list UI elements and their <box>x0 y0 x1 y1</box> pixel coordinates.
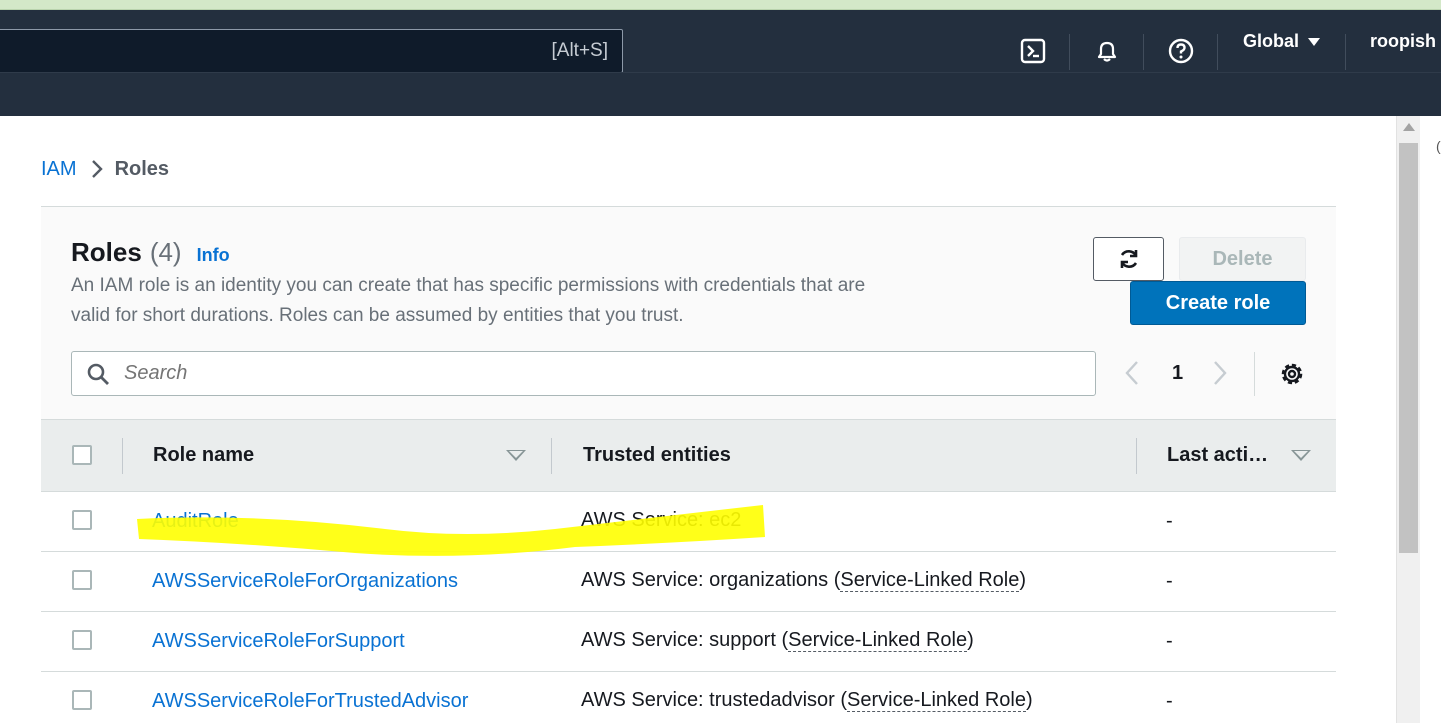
right-edge: ( <box>1420 116 1441 723</box>
row-checkbox[interactable] <box>72 690 92 710</box>
delete-button[interactable]: Delete <box>1179 237 1306 281</box>
trusted-entity-text: AWS Service: trustedadvisor ( <box>581 689 848 711</box>
create-role-button[interactable]: Create role <box>1130 281 1306 325</box>
aws-top-navigation: [Alt+S] Global roopish <box>0 10 1441 73</box>
roles-table-container: Roles (4) Info An IAM role is an identit… <box>41 206 1336 723</box>
last-activity: - <box>1166 690 1173 712</box>
search-shortcut-hint: [Alt+S] <box>551 40 609 61</box>
table-header: Role name Trusted entities Last acti… <box>41 419 1336 492</box>
help-icon[interactable] <box>1164 35 1198 67</box>
last-activity: - <box>1166 570 1173 592</box>
table-row: AuditRole AWS Service: ec2 - <box>41 492 1336 552</box>
breadcrumb: IAM Roles <box>41 156 169 182</box>
table-row: AWSServiceRoleForTrustedAdvisor AWS Serv… <box>41 672 1336 723</box>
chevron-right-icon <box>91 159 103 179</box>
role-name-link[interactable]: AWSServiceRoleForSupport <box>152 630 405 653</box>
scroll-up-arrow-icon[interactable] <box>1403 123 1415 131</box>
roles-panel-header: Roles (4) Info An IAM role is an identit… <box>41 207 1336 419</box>
trusted-entity: AWS Service: trustedadvisor (Service-Lin… <box>581 689 1033 712</box>
search-icon <box>86 362 110 391</box>
region-selector[interactable]: Global <box>1243 31 1321 52</box>
global-search-box[interactable]: [Alt+S] <box>0 29 623 73</box>
column-header-role-name[interactable]: Role name <box>153 444 254 467</box>
info-link[interactable]: Info <box>197 245 230 266</box>
nav-separator <box>1345 34 1346 70</box>
row-checkbox[interactable] <box>72 570 92 590</box>
next-page-icon[interactable] <box>1211 359 1229 392</box>
service-linked-role-tooltip[interactable]: Service-Linked Role <box>847 689 1026 712</box>
role-name-link[interactable]: AWSServiceRoleForTrustedAdvisor <box>152 690 468 713</box>
search-input[interactable] <box>124 352 1084 395</box>
nav-separator <box>1143 34 1144 70</box>
region-label: Global <box>1243 31 1300 51</box>
nav-separator <box>1069 34 1070 70</box>
column-header-last-activity[interactable]: Last acti… <box>1167 444 1268 467</box>
trusted-entity-text: AWS Service: ec2 <box>581 509 742 531</box>
role-name-link[interactable]: AuditRole <box>152 510 239 533</box>
roles-description: An IAM role is an identity you can creat… <box>71 275 866 326</box>
secondary-nav-bar <box>0 72 1441 116</box>
breadcrumb-iam-link[interactable]: IAM <box>41 158 77 181</box>
account-user-menu[interactable]: roopish <box>1370 31 1436 52</box>
row-checkbox[interactable] <box>72 630 92 650</box>
table-row: AWSServiceRoleForOrganizations AWS Servi… <box>41 552 1336 612</box>
nav-separator <box>1217 34 1218 70</box>
breadcrumb-current: Roles <box>114 157 170 180</box>
gear-icon[interactable] <box>1278 360 1306 393</box>
service-linked-role-tooltip[interactable]: Service-Linked Role <box>840 569 1020 592</box>
page-scrollbar[interactable] <box>1396 116 1420 723</box>
caret-down-icon <box>1308 37 1321 46</box>
table-row: AWSServiceRoleForSupport AWS Service: su… <box>41 612 1336 672</box>
last-activity: - <box>1166 630 1173 652</box>
cloudshell-icon[interactable] <box>1016 35 1050 67</box>
trusted-entity-text: AWS Service: support ( <box>581 629 789 651</box>
column-separator <box>122 438 123 474</box>
roles-search-field[interactable] <box>71 351 1096 396</box>
service-linked-role-tooltip[interactable]: Service-Linked Role <box>788 629 968 652</box>
row-checkbox[interactable] <box>72 510 92 530</box>
roles-count: (4) <box>149 237 182 267</box>
refresh-button[interactable] <box>1093 237 1164 281</box>
refresh-icon <box>1120 250 1137 268</box>
pager-separator <box>1254 352 1255 396</box>
roles-title: Roles <box>71 237 142 267</box>
column-separator <box>551 438 552 474</box>
role-name-link[interactable]: AWSServiceRoleForOrganizations <box>152 570 458 593</box>
notifications-bell-icon[interactable] <box>1090 35 1124 67</box>
select-all-checkbox[interactable] <box>72 445 92 465</box>
previous-page-icon[interactable] <box>1123 359 1141 392</box>
current-page-number[interactable]: 1 <box>1172 362 1183 385</box>
trusted-entity: AWS Service: organizations (Service-Link… <box>581 569 1027 592</box>
last-activity: - <box>1166 510 1173 532</box>
column-separator <box>1136 438 1137 474</box>
trusted-entity: AWS Service: support (Service-Linked Rol… <box>581 629 974 652</box>
sort-caret-icon[interactable] <box>506 450 526 461</box>
trusted-entity-text: AWS Service: organizations ( <box>581 569 841 591</box>
page-title: Roles (4) Info <box>71 237 230 268</box>
trusted-entity: AWS Service: ec2 <box>581 509 741 532</box>
scroll-thumb[interactable] <box>1399 143 1418 553</box>
sort-caret-icon[interactable] <box>1291 450 1311 461</box>
window-top-strip <box>0 0 1441 10</box>
column-header-trusted-entities[interactable]: Trusted entities <box>583 444 731 467</box>
